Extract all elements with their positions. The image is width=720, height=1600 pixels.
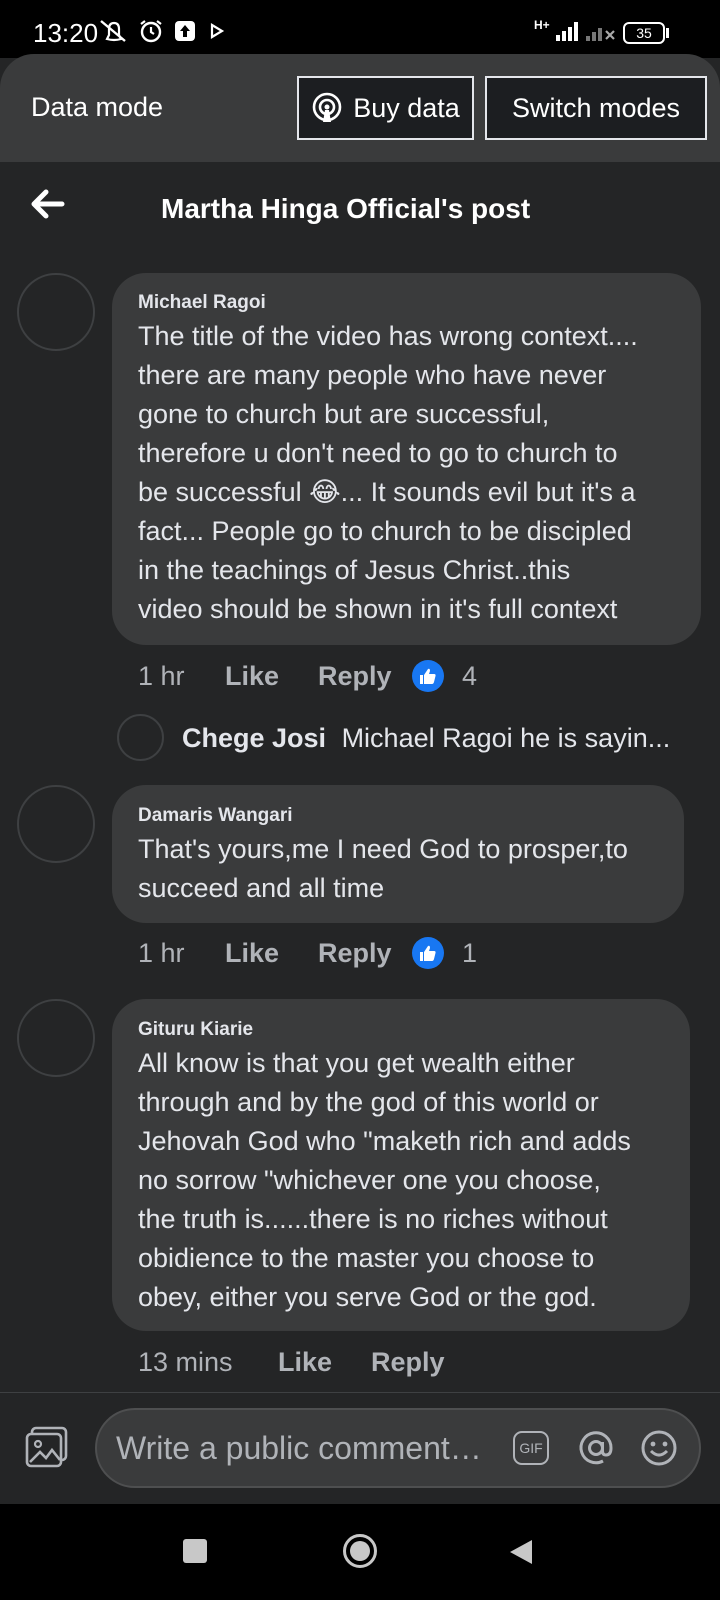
comment-line: fact... People go to church to be discip… xyxy=(138,516,632,546)
comment-text: All know is that you get wealth either t… xyxy=(138,1044,686,1317)
broadcast-icon xyxy=(312,92,342,122)
comment-line: there are many people who have never xyxy=(138,360,607,390)
comment-line: That's yours,me I need God to prosper,to xyxy=(138,834,628,864)
comment-line-part: be successful xyxy=(138,477,302,507)
battery-tip xyxy=(666,28,669,38)
like-button[interactable]: Like xyxy=(225,938,279,969)
comment-time: 1 hr xyxy=(138,938,185,968)
comment-line: no sorrow "whichever one you choose, xyxy=(138,1165,601,1195)
laughing-emoji-icon: 😂 xyxy=(309,477,341,507)
comment-author[interactable]: Gituru Kiarie xyxy=(138,1019,253,1041)
photo-icon[interactable] xyxy=(24,1426,70,1468)
back-nav-button[interactable] xyxy=(508,1538,534,1566)
banner-title: Data mode xyxy=(31,92,164,122)
reply-author: Chege Josi xyxy=(182,723,327,753)
signal-icon xyxy=(556,22,578,41)
back-arrow-icon[interactable] xyxy=(30,186,66,222)
avatar[interactable] xyxy=(17,785,95,863)
comment-text: The title of the video has wrong context… xyxy=(138,317,698,629)
comment-line: obidience to the master you choose to xyxy=(138,1243,595,1273)
alarm-icon xyxy=(140,20,162,43)
comment-line: video should be shown in it's full conte… xyxy=(138,594,618,624)
emoji-icon[interactable] xyxy=(640,1429,678,1467)
avatar[interactable] xyxy=(17,999,95,1077)
like-button[interactable]: Like xyxy=(225,661,279,692)
comment-line: All know is that you get wealth either xyxy=(138,1048,575,1078)
comment-line: through and by the god of this world or xyxy=(138,1087,599,1117)
comment-line-part: ... It sounds evil but it's a xyxy=(340,477,636,507)
avatar[interactable] xyxy=(17,273,95,351)
reply-avatar[interactable] xyxy=(117,714,164,761)
page-title: Martha Hinga Official's post xyxy=(161,193,531,224)
like-reaction-icon[interactable] xyxy=(412,937,444,969)
reply-button[interactable]: Reply xyxy=(318,938,392,969)
like-reaction-icon[interactable] xyxy=(412,660,444,692)
thumbs-up-icon xyxy=(420,945,436,961)
reply-button[interactable]: Reply xyxy=(371,1347,445,1378)
play-icon xyxy=(210,23,225,39)
status-time: 13:20 xyxy=(33,18,99,48)
signal-no-service-icon xyxy=(586,28,615,41)
home-button[interactable] xyxy=(342,1533,378,1569)
comment-author[interactable]: Michael Ragoi xyxy=(138,292,266,314)
comment-line: The title of the video has wrong context… xyxy=(138,321,638,351)
comment-line: be successful 😂... It sounds evil but it… xyxy=(138,473,698,512)
comment-line: Jehovah God who "maketh rich and adds xyxy=(138,1126,631,1156)
comment-line: succeed and all time xyxy=(138,873,385,903)
reply-preview[interactable]: Chege Josi Michael Ragoi he is sayin... xyxy=(182,723,670,754)
battery-icon: 35 xyxy=(623,22,665,44)
buy-data-button[interactable]: Buy data xyxy=(297,76,474,140)
comment-line: gone to church but are successful, xyxy=(138,399,550,429)
upload-icon xyxy=(175,21,195,41)
comment-line: therefore u don't need to go to church t… xyxy=(138,438,618,468)
reaction-count: 1 xyxy=(462,938,478,968)
battery-level: 35 xyxy=(636,25,652,41)
like-button[interactable]: Like xyxy=(278,1347,332,1378)
reply-button[interactable]: Reply xyxy=(318,661,392,692)
comment-input-placeholder: Write a public comment… xyxy=(116,1430,482,1466)
switch-modes-button[interactable]: Switch modes xyxy=(485,76,707,140)
comment-text: That's yours,me I need God to prosper,to… xyxy=(138,830,678,908)
comment-time: 13 mins xyxy=(138,1347,233,1377)
comment-line: in the teachings of Jesus Christ..this xyxy=(138,555,571,585)
switch-modes-label: Switch modes xyxy=(511,92,681,123)
comment-line: the truth is......there is no riches wit… xyxy=(138,1204,608,1234)
recents-button[interactable] xyxy=(183,1539,207,1563)
comment-line: obey, either you serve God or the god. xyxy=(138,1282,597,1312)
reply-snippet: Michael Ragoi he is sayin... xyxy=(341,723,671,753)
mute-icon xyxy=(100,20,126,42)
buy-data-label: Buy data xyxy=(353,92,460,123)
gif-label: GIF xyxy=(519,1440,543,1456)
reaction-count: 4 xyxy=(462,661,478,691)
thumbs-up-icon xyxy=(420,668,436,684)
mention-icon[interactable] xyxy=(576,1428,616,1468)
gif-button[interactable]: GIF xyxy=(513,1431,549,1465)
comment-author[interactable]: Damaris Wangari xyxy=(138,805,293,827)
comment-time: 1 hr xyxy=(138,661,185,691)
